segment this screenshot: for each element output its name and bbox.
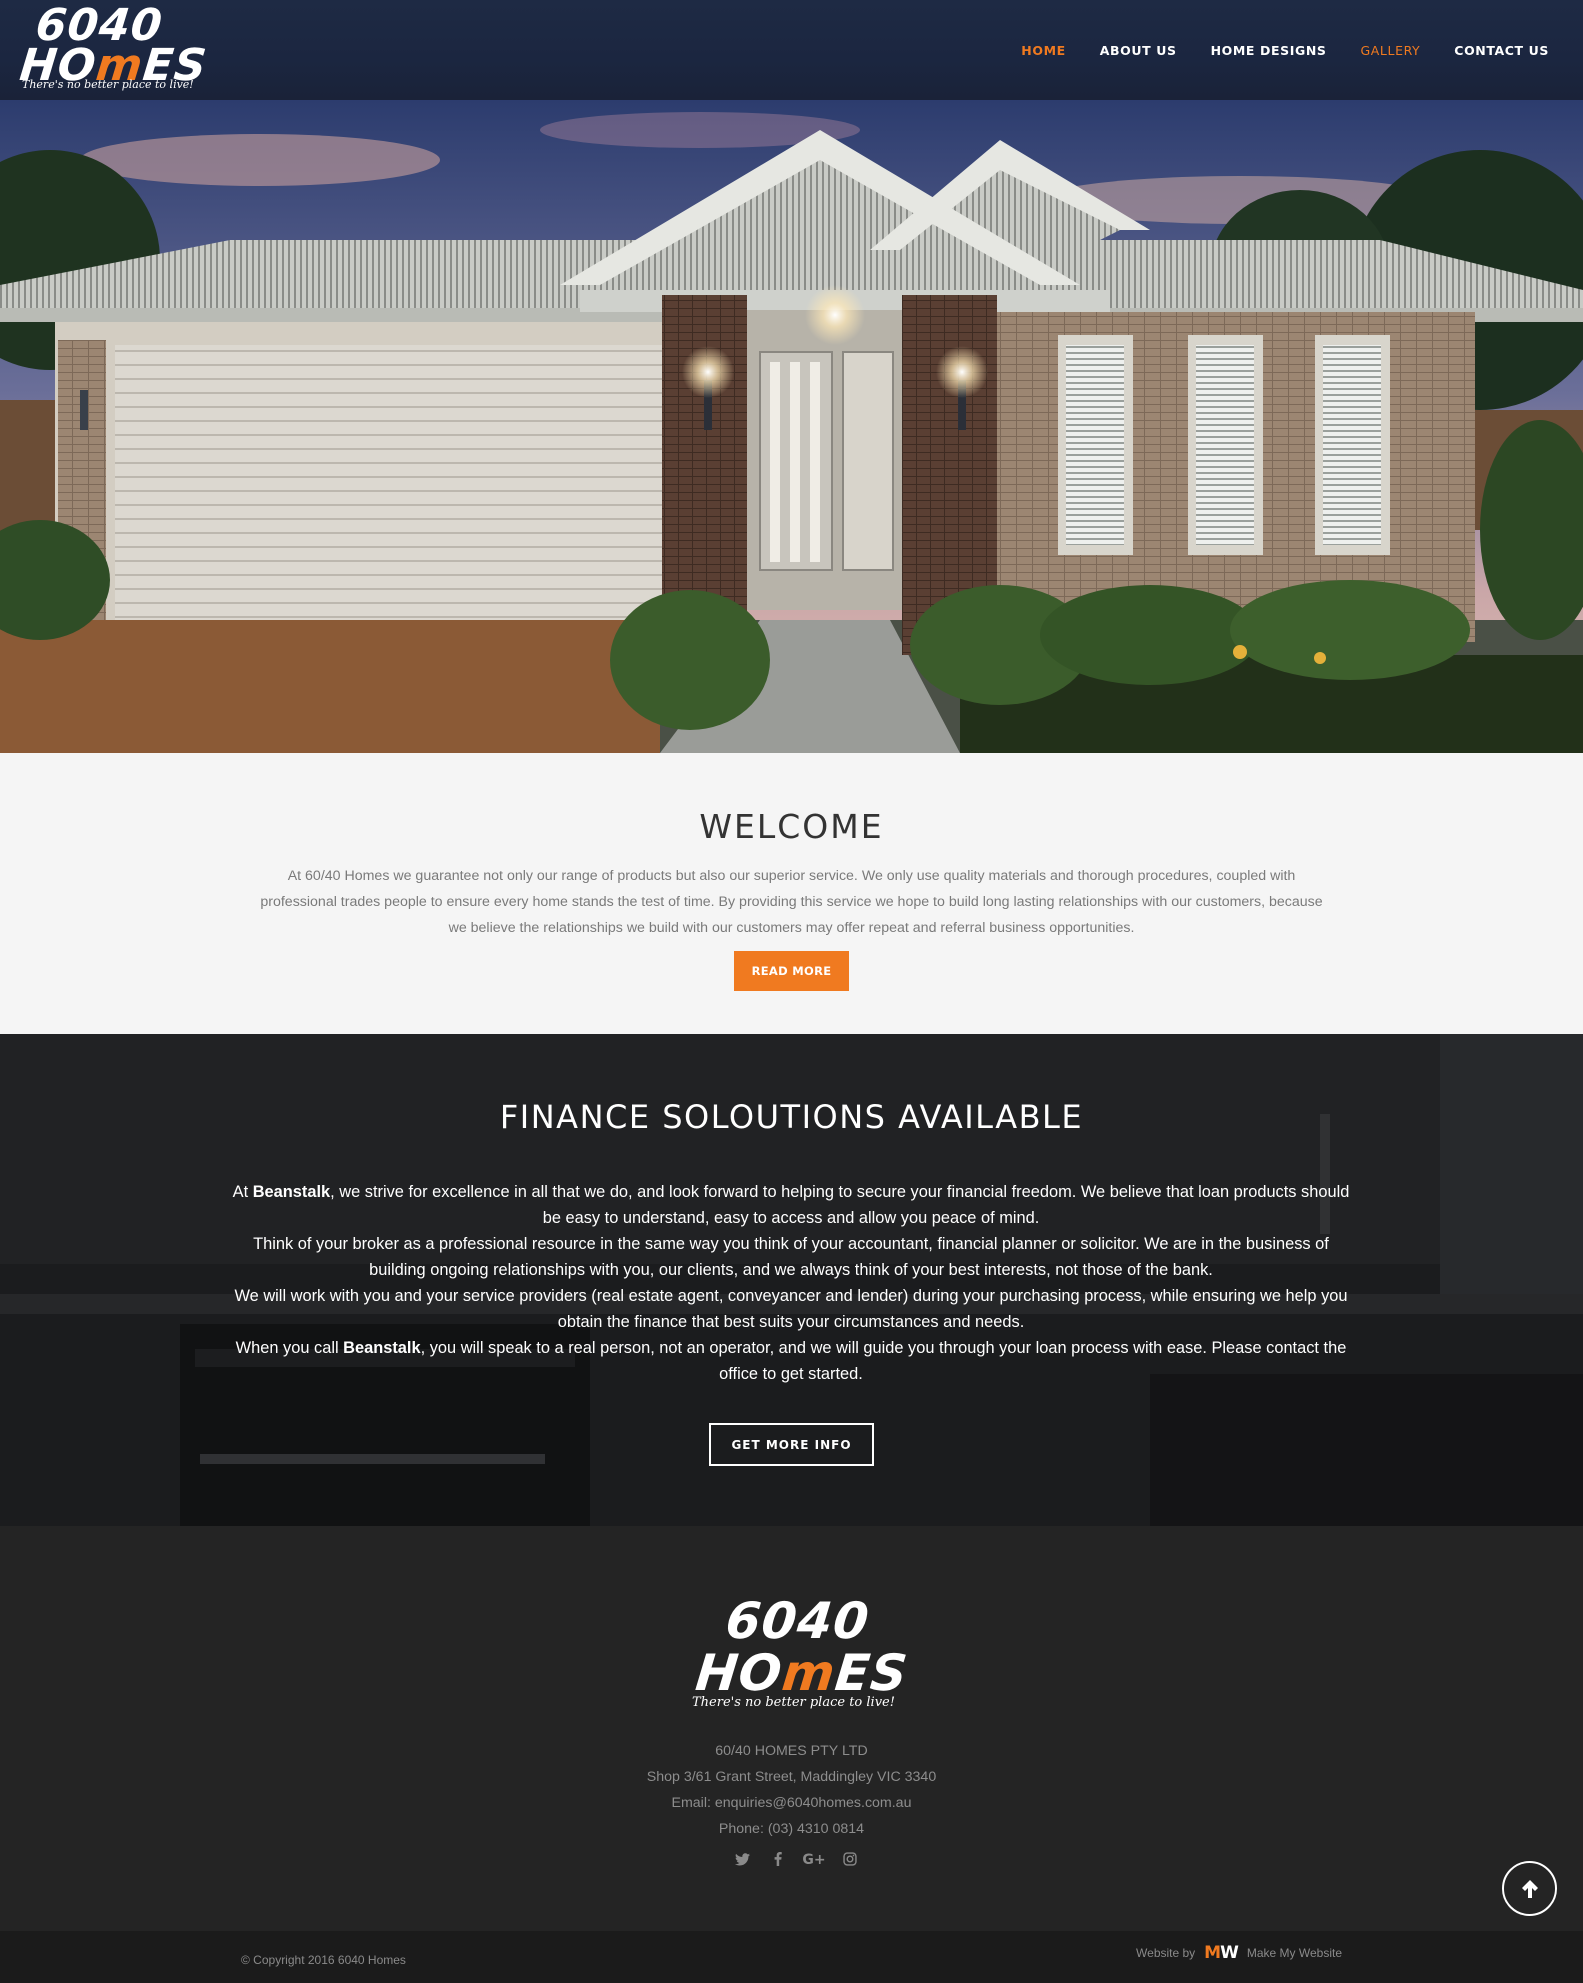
welcome-section: WELCOME At 60/40 Homes we guarantee not … <box>0 753 1583 1034</box>
nav-gallery[interactable]: GALLERY <box>1361 43 1421 58</box>
welcome-title: WELCOME <box>699 807 884 846</box>
site-logo[interactable]: 6040 HOmES There's no better place to li… <box>17 0 209 96</box>
nav-home[interactable]: HOME <box>1021 43 1065 58</box>
make-my-website-logo: MW <box>1204 1943 1239 1963</box>
footer-company: 60/40 HOMES PTY LTD <box>715 1743 868 1759</box>
nav-contact-us[interactable]: CONTACT US <box>1454 43 1549 58</box>
copyright-bar: © Copyright 2016 6040 Homes Website by M… <box>0 1931 1583 1983</box>
logo-tagline: There's no better place to live! <box>22 78 194 91</box>
copyright-text: © Copyright 2016 6040 Homes <box>241 1953 406 1967</box>
footer-logo-line1: 6040 <box>722 1592 873 1650</box>
site-footer: 6040 HOmES There's no better place to li… <box>0 1526 1583 1931</box>
read-more-button[interactable]: READ MORE <box>734 951 849 991</box>
footer-email[interactable]: Email: enquiries@6040homes.com.au <box>0 1790 1583 1816</box>
welcome-text: At 60/40 Homes we guarantee not only our… <box>260 868 1323 936</box>
arrow-up-icon <box>1521 1879 1538 1898</box>
footer-address: Shop 3/61 Grant Street, Maddingley VIC 3… <box>646 1769 937 1785</box>
main-nav: HOME ABOUT US HOME DESIGNS GALLERY CONTA… <box>1021 0 1583 100</box>
footer-logo-tagline: There's no better place to live! <box>692 1695 895 1710</box>
make-my-website-label: Make My Website <box>1246 1946 1342 1960</box>
finance-text: At Beanstalk, we strive for excellence i… <box>232 1179 1350 1387</box>
get-more-info-button[interactable]: GET MORE INFO <box>709 1423 874 1466</box>
footer-contact-info: 60/40 HOMES PTY LTD Shop 3/61 Grant Stre… <box>0 1738 1583 1842</box>
finance-section: FINANCE SOLOUTIONS AVAILABLE At Beanstal… <box>0 1034 1583 1526</box>
nav-home-designs[interactable]: HOME DESIGNS <box>1211 43 1327 58</box>
footer-logo[interactable]: 6040 HOmES There's no better place to li… <box>690 1592 911 1714</box>
finance-paragraph-2: Think of your broker as a professional r… <box>253 1235 1329 1279</box>
nav-about-us[interactable]: ABOUT US <box>1100 43 1177 58</box>
google-plus-icon[interactable]: G+ <box>796 1852 832 1870</box>
finance-paragraph-1: At Beanstalk, we strive for excellence i… <box>232 1183 1350 1227</box>
site-header: 6040 HOmES There's no better place to li… <box>0 0 1583 100</box>
website-credit[interactable]: Website by MW Make My Website <box>1136 1943 1342 1963</box>
hero-house-image <box>0 100 1583 753</box>
twitter-icon[interactable] <box>724 1852 760 1870</box>
finance-paragraph-3: We will work with you and your service p… <box>234 1287 1348 1331</box>
instagram-icon[interactable] <box>832 1852 868 1870</box>
finance-paragraph-4: When you call Beanstalk, you will speak … <box>235 1339 1347 1383</box>
social-links: G+ <box>724 1852 868 1870</box>
facebook-icon[interactable] <box>760 1852 796 1870</box>
finance-title: FINANCE SOLOUTIONS AVAILABLE <box>499 1098 1084 1136</box>
footer-phone[interactable]: Phone: (03) 4310 0814 <box>0 1816 1583 1842</box>
footer-logo-line2: HOmES <box>692 1644 911 1702</box>
scroll-to-top-button[interactable] <box>1502 1861 1557 1916</box>
website-by-label: Website by <box>1136 1946 1196 1960</box>
